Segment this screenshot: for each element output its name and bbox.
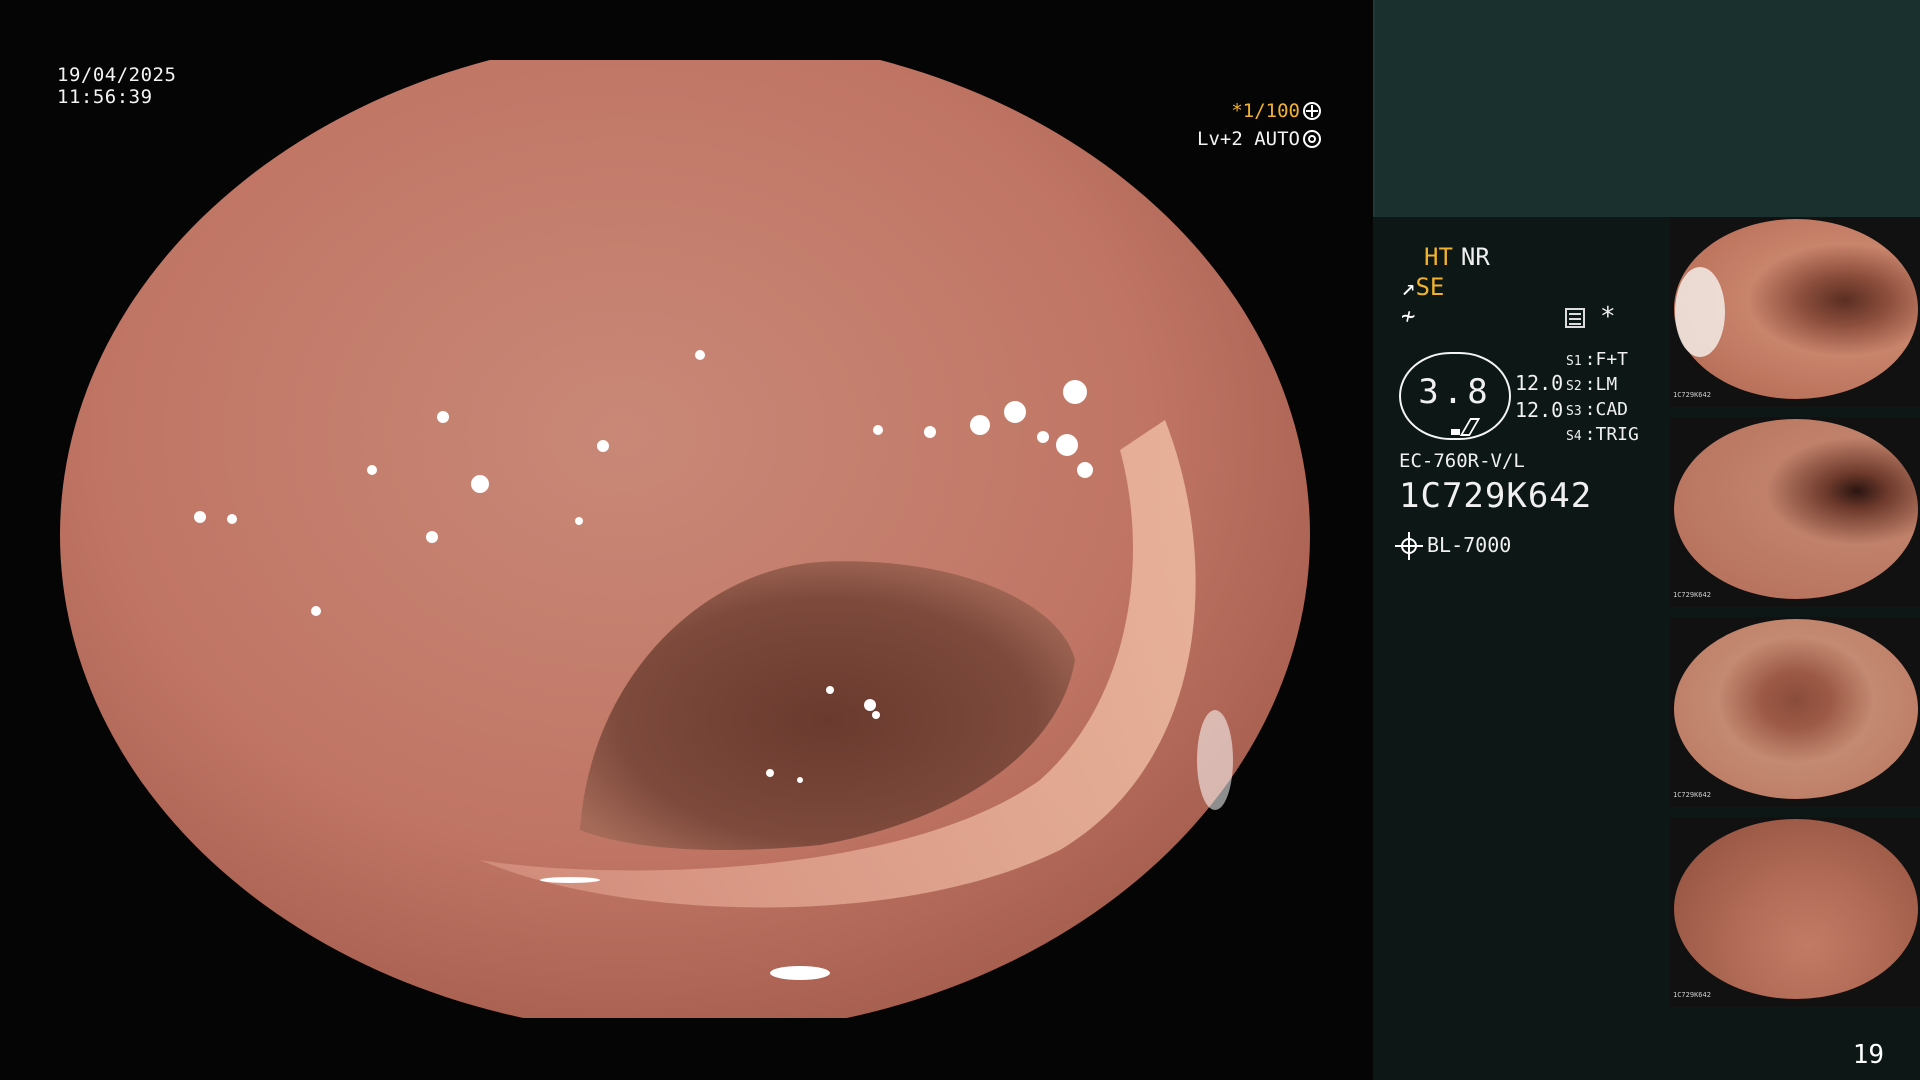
se-mode-line: ↗SE bbox=[1401, 273, 1444, 301]
thumbnail-serial: 1C729K642 bbox=[1673, 391, 1711, 399]
thumbnail-image[interactable]: 1C729K642 bbox=[1670, 417, 1920, 607]
gauge-tick bbox=[1459, 418, 1481, 436]
star-indicator: * bbox=[1600, 302, 1616, 332]
thumbnail-image[interactable]: 1C729K642 bbox=[1670, 217, 1920, 407]
se-symbol: ↗ bbox=[1401, 273, 1416, 301]
f-symbol: ≁ bbox=[1401, 302, 1416, 330]
scope-model: EC-760R-V/L bbox=[1399, 450, 1525, 472]
time-text: 11:56:39 bbox=[57, 86, 153, 108]
menu-icon bbox=[1565, 308, 1585, 328]
shutter-readout: *1/100 bbox=[1231, 100, 1321, 122]
iris-icon bbox=[1303, 130, 1321, 148]
panel-header-block bbox=[1373, 0, 1920, 217]
thumbnail-view bbox=[1674, 619, 1918, 799]
thumbnail-serial: 1C729K642 bbox=[1673, 591, 1711, 599]
gauge-side-value-2: 12.0 bbox=[1515, 398, 1564, 422]
thumbnail-image[interactable]: 1C729K642 bbox=[1670, 817, 1920, 1007]
ht-label: HT bbox=[1424, 243, 1453, 271]
shutter-icon bbox=[1303, 102, 1321, 120]
shutter-text: *1/100 bbox=[1231, 100, 1300, 122]
switch-mode-s2: S2:LM bbox=[1566, 374, 1618, 395]
thumbnail-image[interactable]: 1C729K642 bbox=[1670, 617, 1920, 807]
image-mode-line: HT NR bbox=[1424, 243, 1490, 271]
colon-lumen-image bbox=[60, 60, 1310, 1018]
gauge-indicator: 3.8 bbox=[1399, 352, 1511, 440]
sun-icon bbox=[1395, 532, 1423, 560]
switch-mode-s1: S1:F+T bbox=[1566, 349, 1629, 370]
switch-mode-s4: S4:TRIG bbox=[1566, 424, 1639, 445]
thumbnail-serial: 1C729K642 bbox=[1673, 791, 1711, 799]
light-source: BL-7000 bbox=[1427, 533, 1512, 557]
thumbnail-view bbox=[1674, 819, 1918, 999]
gauge-side-value-1: 12.0 bbox=[1515, 371, 1564, 395]
gauge-bar bbox=[1451, 429, 1460, 435]
nr-label: NR bbox=[1460, 243, 1490, 271]
scope-serial: 1C729K642 bbox=[1399, 476, 1593, 516]
thumbnail-view bbox=[1674, 419, 1918, 599]
iris-text: Lv+2 AUTO bbox=[1197, 128, 1300, 150]
gauge-value: 3.8 bbox=[1418, 372, 1492, 412]
thumbnail-serial: 1C729K642 bbox=[1673, 991, 1711, 999]
switch-mode-s3: S3:CAD bbox=[1566, 399, 1629, 420]
date-text: 19/04/2025 bbox=[57, 64, 177, 86]
endoscope-live-view: 19/04/2025 11:56:39 *1/100 Lv+2 AUTO bbox=[0, 0, 1373, 1080]
glare bbox=[1675, 267, 1725, 357]
date-time-readout: 19/04/2025 11:56:39 bbox=[57, 64, 176, 108]
page-number: 19 bbox=[1852, 1040, 1884, 1070]
se-label: SE bbox=[1415, 273, 1445, 301]
light-source-line: BL-7000 bbox=[1395, 532, 1512, 560]
iris-readout: Lv+2 AUTO bbox=[1197, 128, 1321, 150]
